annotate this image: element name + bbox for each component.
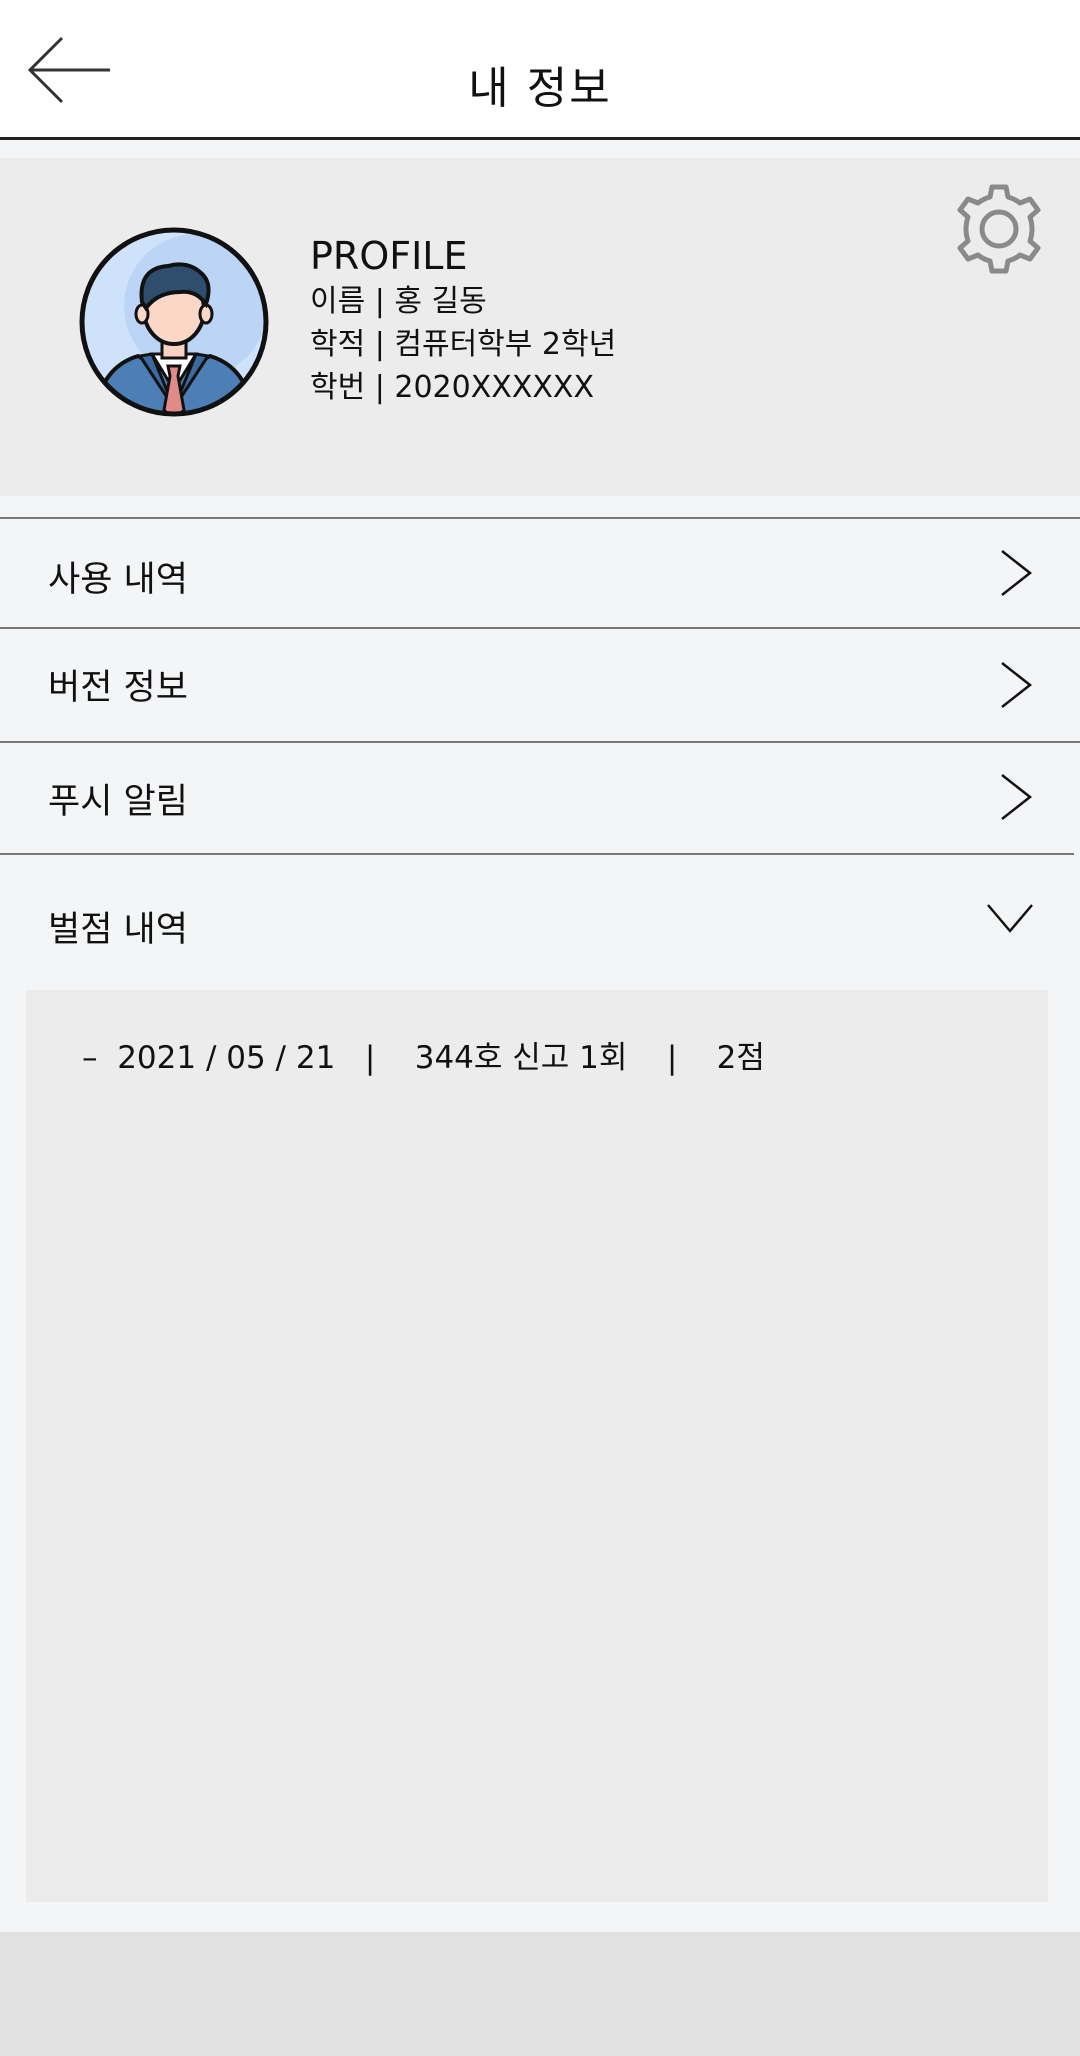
- settings-button[interactable]: [952, 182, 1046, 276]
- profile-card: PROFILE 이름 | 홍 길동 학적 | 컴퓨터학부 2학년 학번 | 20…: [0, 158, 1080, 496]
- menu-item-version-info[interactable]: 버전 정보: [0, 629, 1080, 741]
- profile-name: 이름 | 홍 길동: [310, 284, 487, 319]
- penalty-record: – 2021 / 05 / 21 | 344호 신고 1회 | 2점: [82, 1040, 765, 1076]
- profile-label: PROFILE: [310, 234, 468, 278]
- top-header: 내 정보: [0, 0, 1080, 140]
- my-info-screen: 내 정보 PROFILE 이름 | 홍 길동 학적 | 컴퓨터학부 2학년 학번…: [0, 0, 1080, 2056]
- page-title: 내 정보: [468, 63, 612, 114]
- user-avatar-icon: [79, 227, 269, 417]
- menu-item-penalty-history[interactable]: 벌점 내역: [0, 855, 1080, 985]
- menu-item-push-notification[interactable]: 푸시 알림: [0, 743, 1080, 853]
- chevron-down-icon: [987, 904, 1033, 933]
- chevron-right-icon: [1001, 774, 1033, 820]
- chevron-right-icon: [1001, 662, 1033, 708]
- profile-department: 학적 | 컴퓨터학부 2학년: [310, 327, 617, 362]
- chevron-right-icon: [1001, 550, 1033, 596]
- penalty-records-panel: – 2021 / 05 / 21 | 344호 신고 1회 | 2점: [26, 990, 1048, 1902]
- profile-info: PROFILE 이름 | 홍 길동 학적 | 컴퓨터학부 2학년 학번 | 20…: [310, 232, 616, 409]
- menu-item-label: 벌점 내역: [48, 910, 188, 950]
- profile-student-id: 학번 | 2020XXXXXX: [310, 370, 595, 405]
- avatar: [78, 226, 270, 418]
- bottom-bar: [0, 1932, 1080, 2056]
- menu-item-label: 사용 내역: [48, 560, 188, 600]
- menu-item-usage-history[interactable]: 사용 내역: [0, 519, 1080, 627]
- menu-item-label: 버전 정보: [48, 668, 188, 708]
- menu-item-label: 푸시 알림: [48, 782, 188, 822]
- gear-icon: [957, 184, 1041, 274]
